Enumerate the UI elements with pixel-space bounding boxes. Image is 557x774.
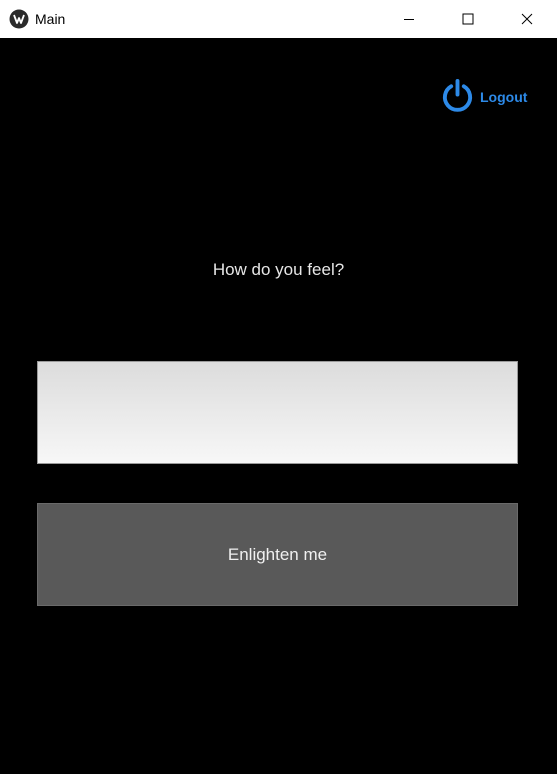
app-logo-icon <box>9 9 29 29</box>
maximize-icon <box>462 10 474 29</box>
logout-button[interactable]: Logout <box>440 78 528 117</box>
enlighten-button[interactable]: Enlighten me <box>37 503 518 606</box>
minimize-button[interactable] <box>386 0 432 38</box>
main-content: Logout How do you feel? Enlighten me <box>0 38 557 774</box>
logout-label: Logout <box>480 89 528 105</box>
window-titlebar: Main <box>0 0 557 38</box>
close-icon <box>521 10 533 29</box>
feeling-prompt: How do you feel? <box>212 260 345 279</box>
feeling-input[interactable] <box>37 361 518 464</box>
maximize-button[interactable] <box>445 0 491 38</box>
minimize-icon <box>403 10 415 29</box>
window-title: Main <box>35 11 66 27</box>
close-button[interactable] <box>504 0 550 38</box>
enlighten-button-label: Enlighten me <box>227 544 328 564</box>
power-icon <box>440 78 475 117</box>
